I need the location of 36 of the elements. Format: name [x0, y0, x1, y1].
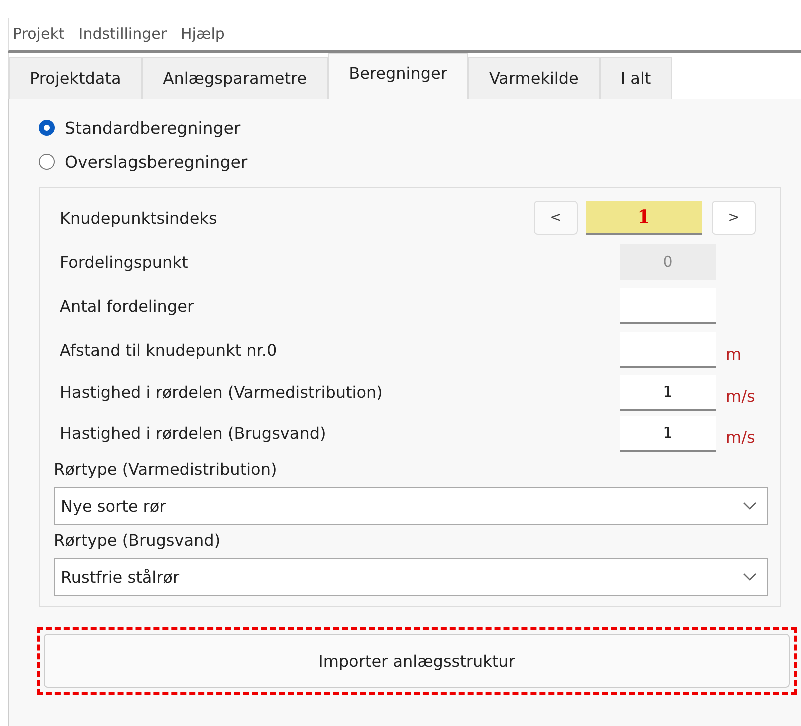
- menu-item[interactable]: Projekt: [13, 25, 65, 43]
- next-button[interactable]: >: [712, 201, 756, 235]
- field-label: Fordelingspunkt: [60, 252, 190, 272]
- field-label: Rørtype (Varmedistribution): [54, 460, 278, 479]
- unit-label: m/s: [726, 387, 756, 406]
- tab[interactable]: I alt: [600, 57, 672, 99]
- dropdown[interactable]: Nye sorte rør: [54, 487, 768, 525]
- input-field[interactable]: 1: [620, 374, 716, 410]
- unit-label: m: [726, 344, 742, 364]
- input-field[interactable]: 1: [620, 416, 716, 452]
- field-label: Hastighed i rørdelen (Varmedistribution): [60, 383, 384, 402]
- dropdown[interactable]: Rustfrie stålrør: [54, 558, 768, 596]
- import-button[interactable]: Importer anlægsstruktur: [44, 634, 790, 688]
- field-label: Afstand til knudepunkt nr.0: [60, 340, 278, 360]
- readonly-field: 0: [620, 244, 716, 280]
- radio-label: Standardberegninger: [65, 118, 241, 138]
- radio-button[interactable]: [39, 154, 55, 170]
- chevron-down-icon: [743, 502, 757, 510]
- previous-button[interactable]: <: [534, 201, 578, 235]
- index-field[interactable]: 1: [586, 201, 702, 235]
- input-field[interactable]: [620, 288, 716, 324]
- radio-label: Overslagsberegninger: [65, 152, 248, 172]
- field-label: Hastighed i rørdelen (Brugsvand): [60, 424, 328, 443]
- field-label: Rørtype (Brugsvand): [54, 531, 222, 550]
- field-label: Knudepunktsindeks: [60, 208, 218, 228]
- radio-button[interactable]: [39, 120, 55, 136]
- tab[interactable]: Beregninger: [328, 53, 468, 99]
- unit-label: m/s: [726, 428, 756, 447]
- menu-item[interactable]: Indstillinger: [78, 25, 168, 43]
- chevron-down-icon: [743, 573, 757, 581]
- input-field[interactable]: [620, 332, 716, 368]
- menu-item[interactable]: Hjælp: [181, 25, 225, 43]
- tab[interactable]: Varmekilde: [468, 57, 600, 99]
- field-label: Antal fordelinger: [60, 296, 196, 316]
- tab[interactable]: Anlægsparametre: [142, 57, 328, 99]
- tab[interactable]: Projektdata: [9, 57, 142, 99]
